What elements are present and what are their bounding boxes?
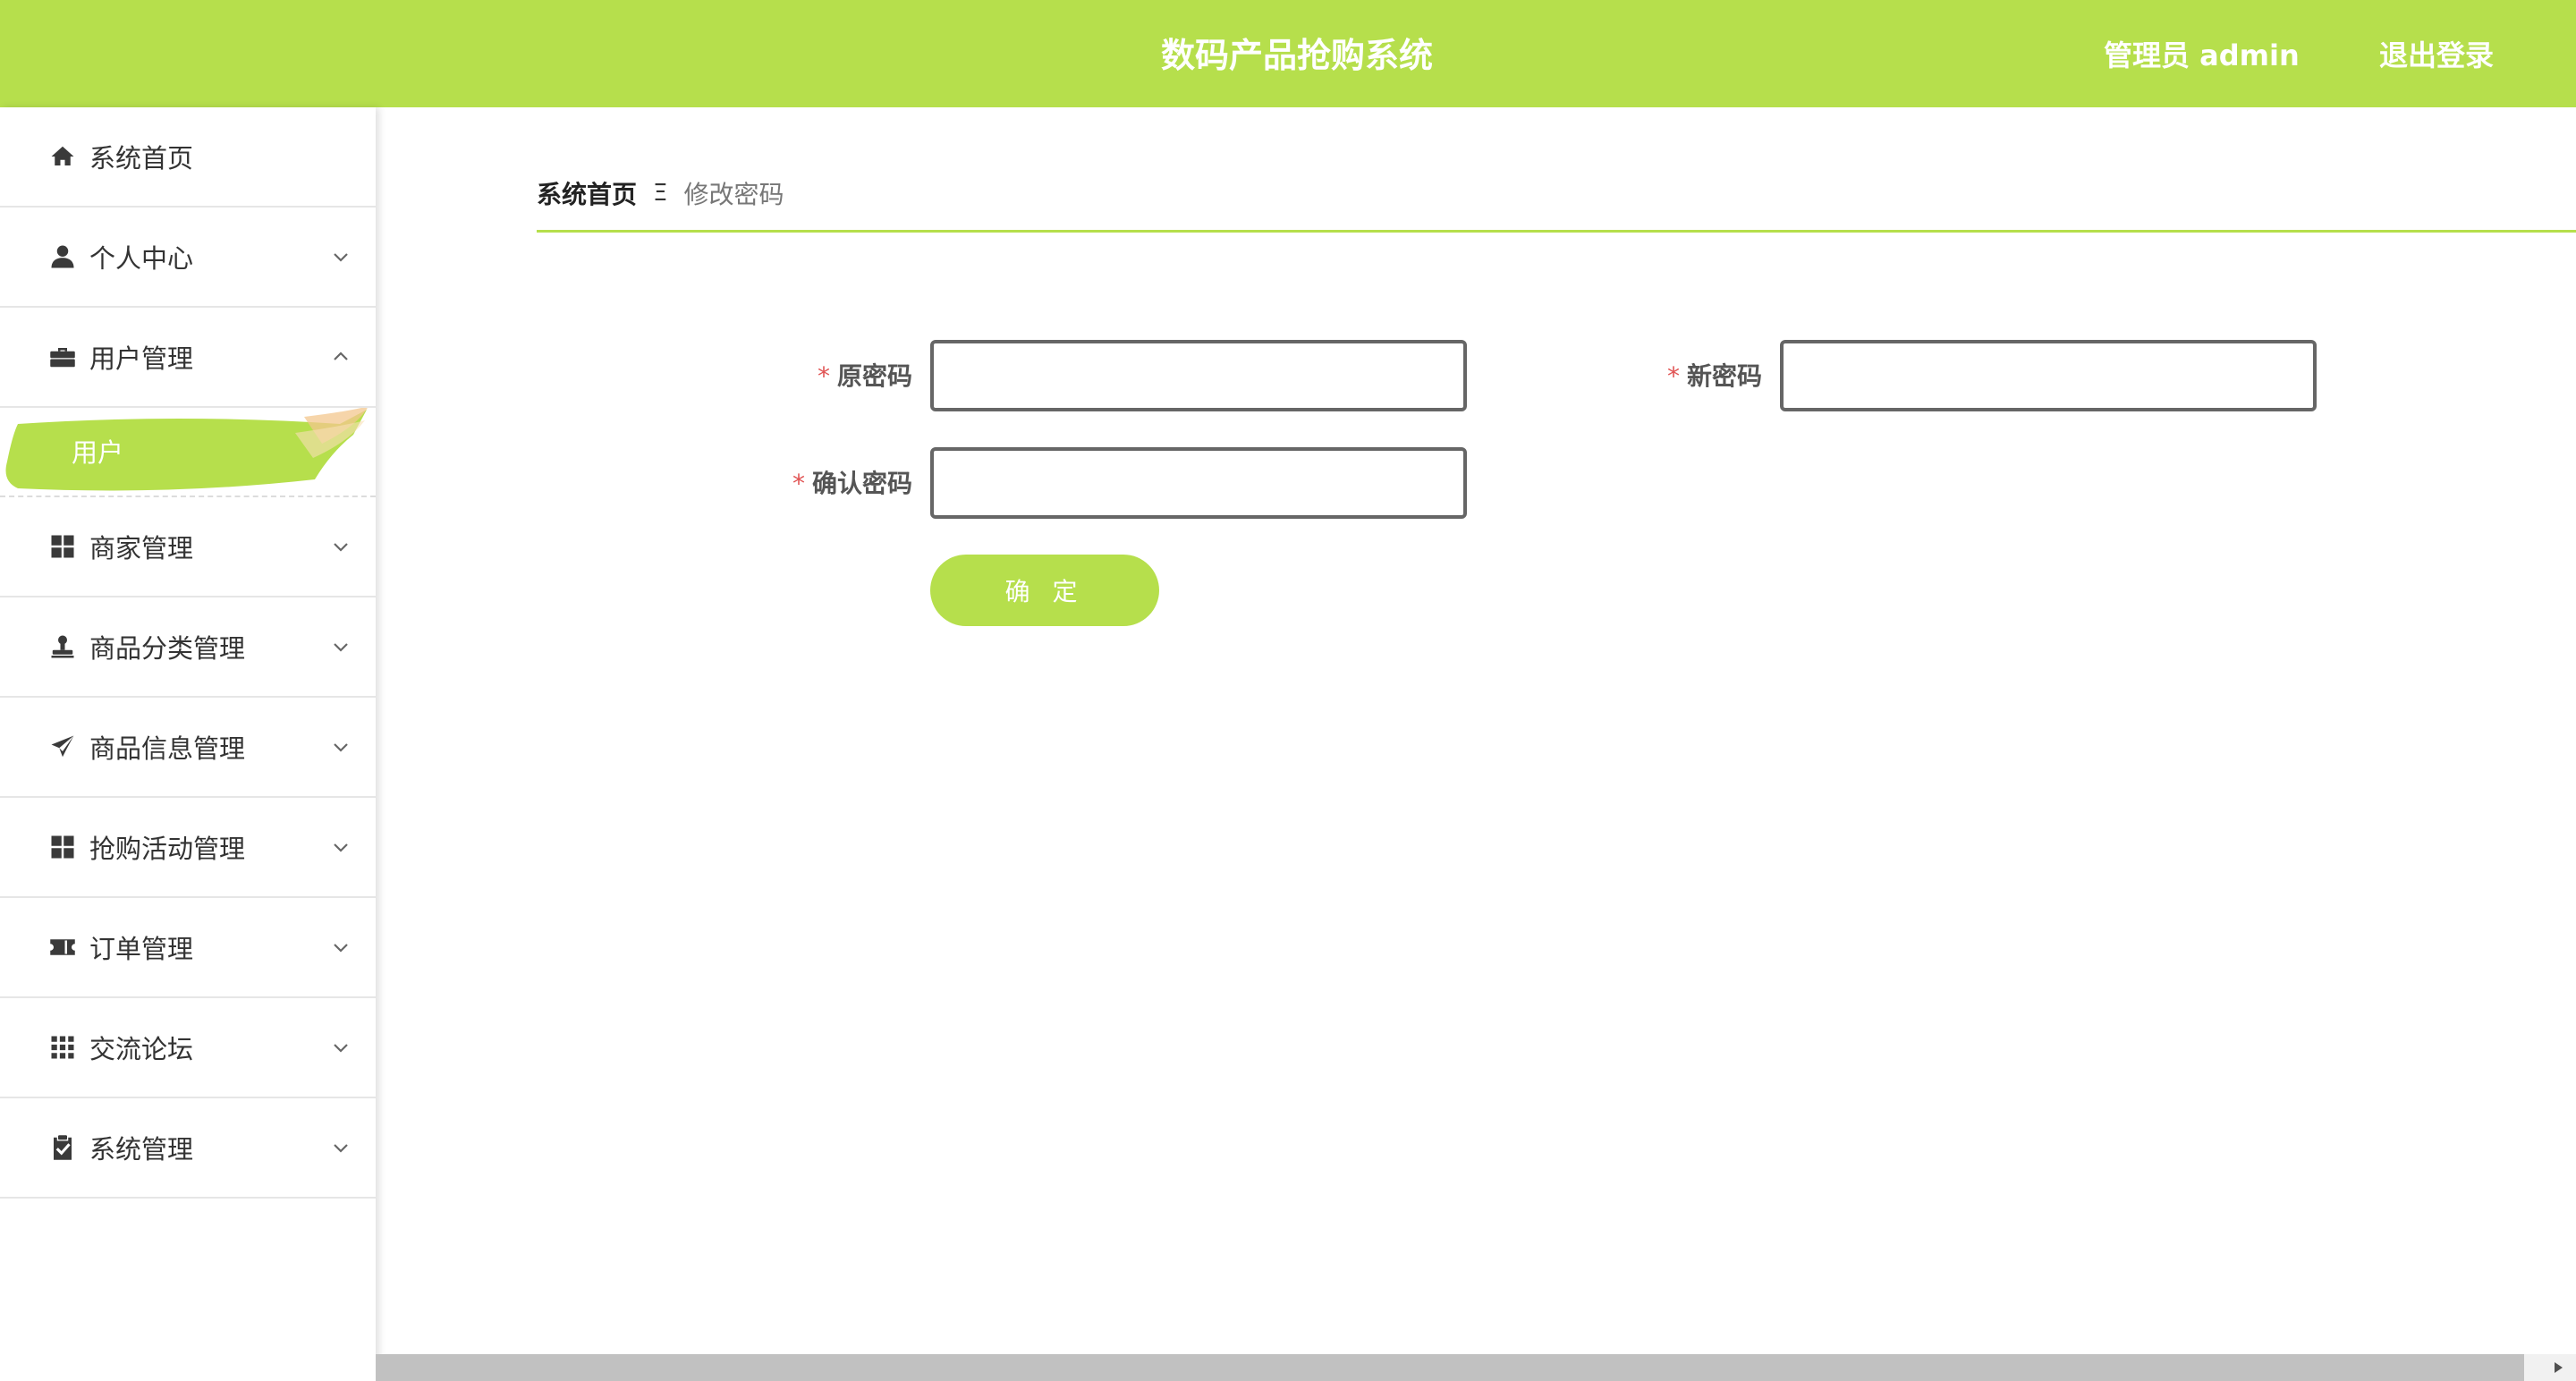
clipboard-check-icon	[48, 1133, 77, 1162]
sidebar-item-merchant-management[interactable]: 商家管理	[0, 497, 376, 597]
required-mark: *	[817, 361, 830, 391]
sidebar-item-system-management[interactable]: 系统管理	[0, 1098, 376, 1199]
confirm-password-field[interactable]	[930, 447, 1467, 519]
sidebar-item-label: 抢购活动管理	[89, 834, 246, 864]
sidebar-item-label: 系统管理	[89, 1134, 194, 1165]
sidebar-item-label: 系统首页	[89, 143, 194, 174]
sidebar-item-order-management[interactable]: 订单管理	[0, 898, 376, 998]
stamp-icon	[48, 632, 77, 661]
new-password-label-text: 新密码	[1686, 361, 1762, 391]
sidebar-item-category-management[interactable]: 商品分类管理	[0, 597, 376, 698]
logout-button[interactable]: 退出登录	[2379, 0, 2494, 111]
chevron-down-icon	[331, 837, 351, 857]
current-user: 管理员 admin	[2104, 38, 2300, 72]
chevron-up-icon	[331, 347, 351, 367]
chevron-down-icon	[331, 247, 351, 267]
sidebar-item-label: 商品信息管理	[89, 733, 246, 764]
home-icon	[48, 142, 77, 171]
sidebar-item-product-management[interactable]: 商品信息管理	[0, 698, 376, 798]
old-password-field[interactable]	[930, 340, 1467, 411]
breadcrumb-separator: Ξ	[653, 180, 668, 207]
sidebar-item-personal-center[interactable]: 个人中心	[0, 208, 376, 308]
chevron-down-icon	[331, 1138, 351, 1157]
sidebar: 系统首页 个人中心 用户管理 用户 商家管理 商品分类管理 商品信息管理 抢购活…	[0, 107, 376, 1381]
sidebar-item-home[interactable]: 系统首页	[0, 107, 376, 208]
chevron-down-icon	[331, 537, 351, 556]
required-mark: *	[792, 469, 805, 498]
required-mark: *	[1666, 361, 1680, 391]
sidebar-item-flash-sale-management[interactable]: 抢购活动管理	[0, 798, 376, 898]
grid-icon	[48, 833, 77, 861]
ticket-icon	[48, 933, 77, 962]
scrollbar-thumb[interactable]	[376, 1354, 2524, 1381]
sidebar-item-label: 个人中心	[89, 243, 194, 274]
submenu-user-management: 用户	[0, 408, 376, 497]
sidebar-item-label: 商家管理	[89, 533, 194, 563]
grid-icon	[48, 532, 77, 561]
sidebar-item-label: 订单管理	[89, 934, 194, 964]
sidebar-item-label: 交流论坛	[89, 1034, 194, 1064]
sidebar-item-user-management[interactable]: 用户管理	[0, 308, 376, 408]
scroll-right-arrow-icon[interactable]	[2540, 1354, 2576, 1381]
chevron-down-icon	[331, 937, 351, 957]
breadcrumb: 系统首页 Ξ 修改密码	[537, 170, 784, 216]
top-header: 数码产品抢购系统 管理员 admin 退出登录	[0, 0, 2576, 107]
old-password-label-text: 原密码	[836, 361, 912, 391]
sidebar-item-label: 商品分类管理	[89, 633, 246, 664]
confirm-password-label-text: 确认密码	[811, 469, 912, 498]
chevron-down-icon	[331, 637, 351, 657]
active-brush-highlight	[5, 408, 368, 491]
grid-9-icon	[48, 1033, 77, 1062]
sidebar-item-forum[interactable]: 交流论坛	[0, 998, 376, 1098]
new-password-label: * 新密码	[1601, 342, 1762, 411]
old-password-label: * 原密码	[751, 342, 912, 411]
new-password-field[interactable]	[1780, 340, 2317, 411]
chevron-down-icon	[331, 737, 351, 757]
confirm-password-label: * 确认密码	[698, 449, 912, 519]
breadcrumb-current: 修改密码	[683, 180, 784, 209]
paper-plane-icon	[48, 733, 77, 761]
sidebar-subitem-user[interactable]: 用户	[72, 408, 123, 497]
confirm-button[interactable]: 确 定	[930, 555, 1159, 626]
briefcase-icon	[48, 343, 77, 371]
breadcrumb-home[interactable]: 系统首页	[537, 175, 637, 211]
breadcrumb-divider	[537, 230, 2576, 233]
user-icon	[48, 242, 77, 271]
sidebar-item-label: 用户管理	[89, 343, 194, 374]
chevron-down-icon	[331, 1038, 351, 1057]
horizontal-scrollbar[interactable]	[376, 1354, 2576, 1381]
